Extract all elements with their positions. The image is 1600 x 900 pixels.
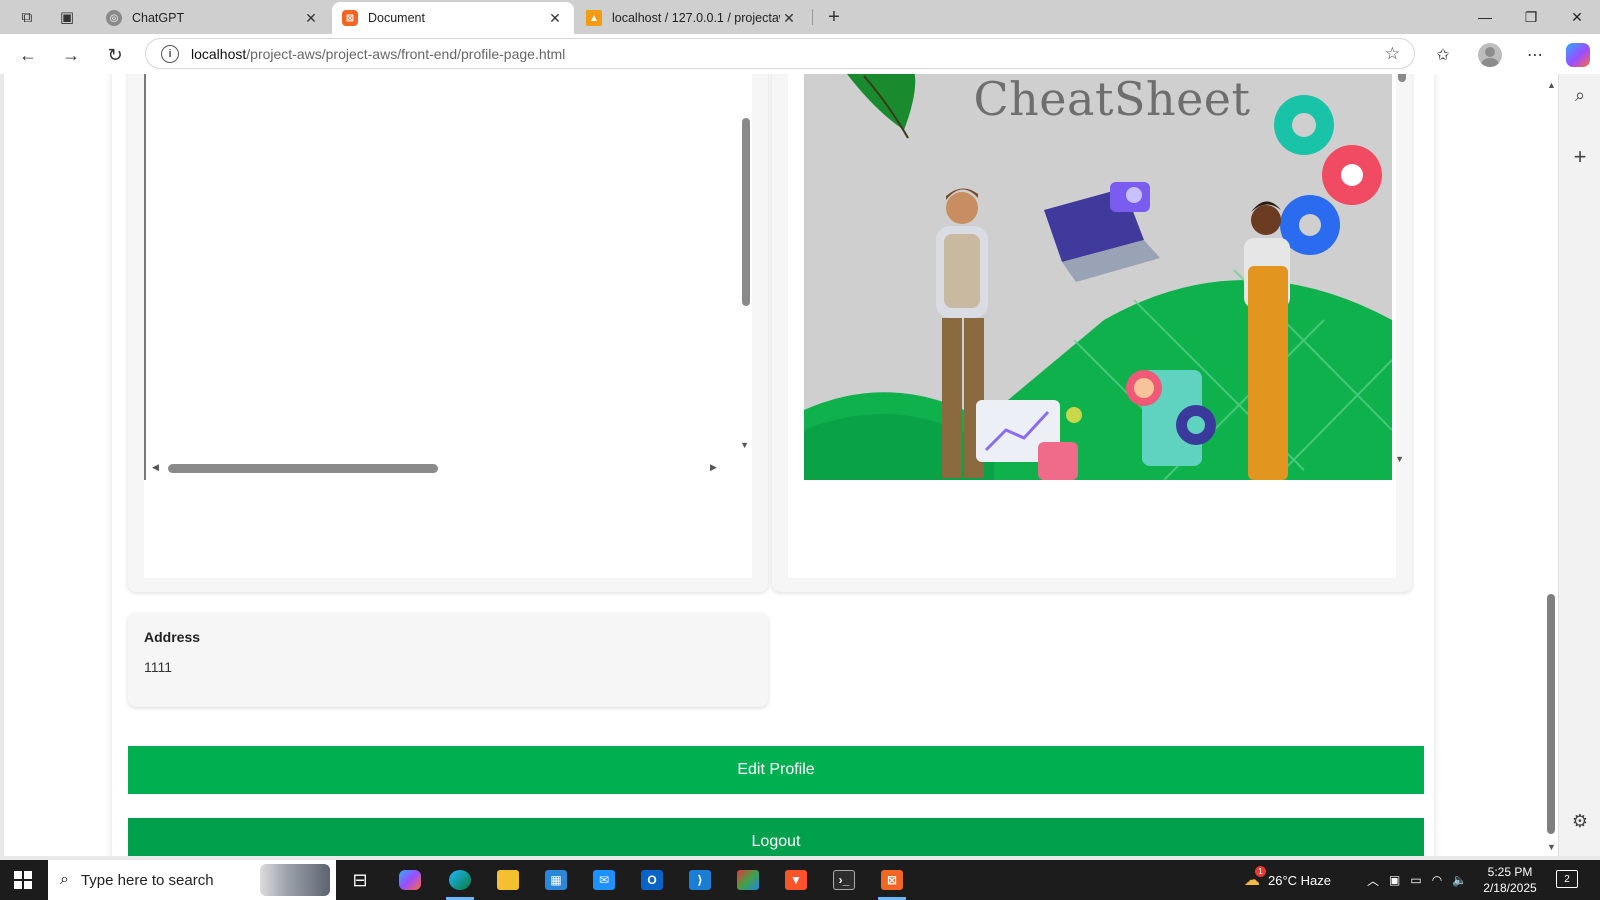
- tab-strip: ⧉ ▣ ◎ ChatGPT ✕ ⊠ Document ✕ ▲ localhost…: [0, 0, 1600, 34]
- show-hidden-icons-chevron-icon[interactable]: ︿: [1367, 872, 1379, 889]
- url-path: /project-aws/project-aws/front-end/profi…: [246, 45, 566, 62]
- horizontal-scrollbar-thumb[interactable]: [168, 464, 438, 473]
- app-colorful-icon[interactable]: [728, 864, 768, 896]
- tray-icons[interactable]: ︿ ▣ ▭ ◠ 🔈: [1367, 860, 1467, 900]
- page-viewport: ▼ ◀ ▶ CheatSheet ▼ Address 1111 Edit Pro…: [4, 74, 1558, 856]
- page-scrollbar-thumb[interactable]: [1547, 594, 1555, 834]
- settings-gear-icon[interactable]: ⚙: [1567, 808, 1593, 834]
- logout-button[interactable]: Logout: [128, 818, 1424, 856]
- scroll-left-arrow-icon[interactable]: ◀: [152, 462, 159, 473]
- network-icon[interactable]: ◠: [1432, 873, 1442, 887]
- notification-count: 2: [1564, 873, 1570, 885]
- url-host: localhost: [191, 45, 247, 62]
- search-placeholder: Type here to search: [80, 871, 214, 889]
- profile-avatar[interactable]: [1478, 43, 1502, 67]
- page-scroll-up-icon[interactable]: ▲: [1547, 80, 1556, 90]
- scroll-right-arrow-icon[interactable]: ▶: [710, 462, 717, 473]
- copilot-icon[interactable]: [1566, 43, 1590, 67]
- terminal-icon[interactable]: ›_: [824, 864, 864, 896]
- cheatsheet-artwork: [804, 74, 1392, 480]
- profile-card: ▼ ◀ ▶ CheatSheet ▼ Address 1111 Edit Pro…: [112, 74, 1434, 856]
- notification-center-icon[interactable]: 2: [1556, 870, 1578, 888]
- address-label: Address: [144, 629, 201, 645]
- page-scroll-down-icon[interactable]: ▼: [1547, 842, 1556, 852]
- cheatsheet-illustration: CheatSheet: [804, 74, 1392, 480]
- volume-icon[interactable]: 🔈: [1452, 873, 1467, 887]
- tab-title: Document: [368, 11, 425, 25]
- search-icon[interactable]: ⌕: [1567, 82, 1593, 108]
- search-icon: ⌕: [60, 871, 69, 888]
- pdf-page: [144, 74, 736, 480]
- refresh-icon[interactable]: ↻: [102, 42, 128, 68]
- edge-taskbar-icon[interactable]: [440, 864, 480, 900]
- battery-icon[interactable]: ▭: [1410, 873, 1421, 887]
- back-icon[interactable]: ←: [15, 42, 41, 68]
- new-tab-icon[interactable]: +: [823, 6, 845, 28]
- scrollbar-thumb[interactable]: [1398, 74, 1406, 82]
- vertical-tabs-icon[interactable]: ▣: [56, 6, 78, 28]
- copilot-taskbar-icon[interactable]: [390, 864, 430, 896]
- document-card-right: CheatSheet ▼: [772, 74, 1412, 592]
- address-value: 1111: [144, 659, 173, 675]
- tab-separator: [812, 9, 813, 25]
- outlook-icon[interactable]: O: [632, 864, 672, 896]
- scroll-down-arrow-icon[interactable]: ▼: [1395, 454, 1404, 464]
- tab-chatgpt[interactable]: ◎ ChatGPT ✕: [96, 2, 330, 34]
- meet-now-icon[interactable]: ▣: [1389, 873, 1400, 887]
- minimize-icon[interactable]: —: [1462, 0, 1508, 34]
- clock-date: 2/18/2025: [1483, 881, 1537, 895]
- weather-badge: 1: [1255, 866, 1266, 877]
- edit-profile-button[interactable]: Edit Profile: [128, 746, 1424, 794]
- favorite-star-icon[interactable]: ☆: [1385, 44, 1400, 64]
- taskbar-search-box[interactable]: ⌕ Type here to search: [48, 860, 336, 900]
- windows-taskbar: ⌕ Type here to search ⊟ ▦ ✉ O ⟩ ▼ ›_ ⊠ ☁…: [0, 860, 1600, 900]
- restore-icon[interactable]: ❐: [1508, 0, 1554, 34]
- close-tab-icon[interactable]: ✕: [780, 9, 798, 27]
- pdf-viewer-right[interactable]: CheatSheet ▼: [788, 74, 1406, 578]
- scroll-down-arrow-icon[interactable]: ▼: [740, 440, 749, 450]
- weather-haze-icon: ☁ 1: [1244, 866, 1266, 890]
- vscode-icon[interactable]: ⟩: [680, 864, 720, 896]
- microsoft-store-icon[interactable]: ▦: [536, 864, 576, 896]
- xampp-taskbar-icon[interactable]: ⊠: [872, 864, 912, 900]
- workspaces-icon[interactable]: ⧉: [16, 6, 38, 28]
- tab-document[interactable]: ⊠ Document ✕: [332, 2, 574, 34]
- pdf-viewer-left[interactable]: ▼ ◀ ▶: [144, 74, 752, 578]
- browser-toolbar: ← → ↻ i localhost /project-aws/project-a…: [0, 34, 1600, 74]
- pdf-vertical-scrollbar[interactable]: [1396, 74, 1406, 464]
- phpmyadmin-favicon-icon: ▲: [586, 10, 602, 26]
- mail-icon[interactable]: ✉: [584, 864, 624, 896]
- document-card-left: ▼ ◀ ▶: [128, 74, 768, 592]
- close-tab-icon[interactable]: ✕: [546, 9, 564, 27]
- xampp-favicon-icon: ⊠: [342, 10, 358, 26]
- windows-start-icon[interactable]: [14, 871, 32, 889]
- close-window-icon[interactable]: ✕: [1554, 0, 1600, 34]
- weather-widget[interactable]: ☁ 1 26°C Haze: [1244, 860, 1331, 900]
- more-options-icon[interactable]: ⋯: [1522, 42, 1548, 68]
- brave-icon[interactable]: ▼: [776, 864, 816, 896]
- scrollbar-thumb[interactable]: [742, 118, 750, 306]
- tab-phpmyadmin[interactable]: ▲ localhost / 127.0.0.1 / projectaws ✕: [576, 2, 808, 34]
- pdf-vertical-scrollbar[interactable]: [740, 74, 750, 450]
- site-info-icon[interactable]: i: [161, 44, 179, 63]
- taskbar-clock[interactable]: 5:25 PM 2/18/2025: [1467, 864, 1553, 896]
- favorites-icon[interactable]: ✩: [1430, 42, 1456, 68]
- page-vertical-scrollbar[interactable]: ▲ ▼: [1544, 74, 1558, 856]
- close-tab-icon[interactable]: ✕: [302, 9, 320, 27]
- tab-title: ChatGPT: [132, 11, 185, 25]
- edge-sidebar: ⌕ + ⚙: [1558, 74, 1600, 856]
- clock-time: 5:25 PM: [1487, 865, 1533, 879]
- weather-text: 26°C Haze: [1268, 872, 1332, 888]
- address-card: Address 1111: [128, 613, 768, 707]
- address-bar[interactable]: i localhost /project-aws/project-aws/fro…: [145, 38, 1415, 69]
- cheatsheet-title: CheatSheet: [973, 74, 1251, 126]
- chatgpt-favicon-icon: ◎: [106, 10, 122, 26]
- task-view-icon[interactable]: ⊟: [340, 864, 380, 896]
- file-explorer-icon[interactable]: [488, 864, 528, 896]
- search-highlight-image: [260, 864, 330, 896]
- forward-icon[interactable]: →: [58, 42, 84, 68]
- tab-title: localhost / 127.0.0.1 / projectaws: [612, 11, 780, 25]
- add-sidebar-app-icon[interactable]: +: [1567, 144, 1593, 170]
